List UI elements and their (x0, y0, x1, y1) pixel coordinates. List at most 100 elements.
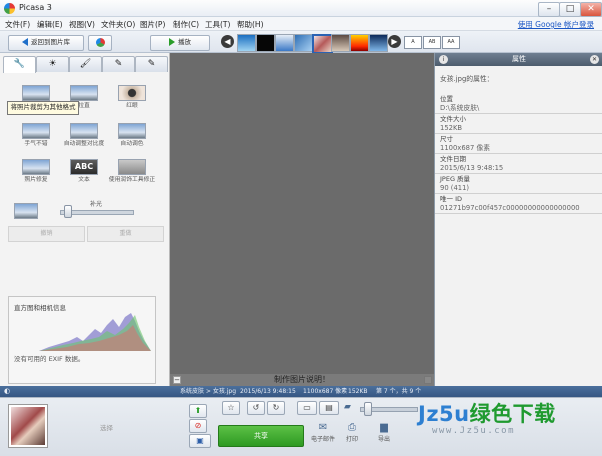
filmstrip-thumb-4[interactable] (294, 34, 313, 52)
prop-file-date: 文件日期 2015/6/13 9:48:15 (435, 155, 602, 174)
photo-tray: 选择 ⬆ ⊘ ▣ ☆ ↺ ↻ ▭ ▤ ▰ 共享 ✉ 电子邮件 ⎙ 打印 ▆ 导出 Jz… (0, 397, 602, 456)
window-title: Picasa 3 (19, 3, 52, 12)
prev-image-icon[interactable]: ◀ (221, 35, 234, 48)
status-date: 2015/6/13 9:48:15 (240, 388, 296, 395)
tray-select-label: 选择 (100, 424, 113, 432)
text-abc-icon: ABC (70, 159, 98, 175)
menu-view[interactable]: 视图(V) (69, 19, 95, 30)
add-to-album-icon[interactable]: ▣ (189, 434, 211, 448)
filmstrip-thumb-selected[interactable] (312, 34, 333, 54)
title-bar: Picasa 3 – □ ✕ (0, 0, 602, 17)
filmstrip-thumb-1[interactable] (237, 34, 256, 52)
export-button[interactable]: ▆ 导出 (366, 422, 402, 443)
crop-tooltip: 将照片裁剪为其他格式 (7, 101, 79, 115)
star-icon[interactable]: ☆ (222, 401, 240, 415)
properties-panel: i 属性 ✕ 女孩.jpg的属性： 位置 D:\系统皮肤\ 文件大小 152KB 尺… (434, 53, 602, 386)
fill-light-icon (14, 203, 38, 219)
retouch-tool[interactable]: 照片修复 (12, 159, 60, 184)
tab-basic-fixes[interactable]: 🔧 (3, 56, 36, 73)
filmstrip-thumb-6[interactable] (331, 34, 350, 52)
lucky-icon (22, 123, 50, 139)
close-properties-icon[interactable]: ✕ (590, 55, 599, 64)
filmstrip-thumb-2[interactable] (256, 34, 275, 52)
view-mode-dual-button[interactable]: AA (442, 36, 460, 49)
thumbnail-size-icon: ▰ (344, 402, 351, 412)
menu-bar: 文件(F) 编辑(E) 视图(V) 文件夹(O) 图片(P) 制作(C) 工具(… (0, 17, 602, 31)
play-button[interactable]: 播放 (150, 35, 210, 51)
brush-icon (118, 159, 146, 175)
prop-file-size: 文件大小 152KB (435, 115, 602, 134)
menu-file[interactable]: 文件(F) (5, 19, 30, 30)
caption-minus-icon[interactable]: − (173, 376, 181, 384)
color-wheel-icon (95, 38, 105, 47)
auto-color-tool[interactable]: 自动调色 (108, 123, 156, 148)
histogram-panel: 直方图和相机信息 没有可用的 EXIF 数据。 (8, 296, 156, 384)
filmstrip-thumb-8[interactable] (369, 34, 388, 52)
straighten-icon (70, 85, 98, 101)
crop-icon (22, 85, 50, 101)
view-mode-single-button[interactable]: A (404, 36, 422, 49)
film-icon[interactable]: ▤ (319, 401, 339, 415)
back-to-library-button[interactable]: 返回到图片库 (8, 35, 84, 51)
toolbar: 返回到图片库 播放 ◀ ▶ A AB AA (0, 31, 602, 54)
thumbnail-size-handle[interactable] (364, 402, 372, 416)
edit-tabs: 🔧 ☀ 🖌 ✎ ✎ (3, 56, 168, 73)
tab-tuning[interactable]: ☀ (36, 56, 69, 72)
image-viewer (170, 53, 434, 386)
prop-jpeg-quality: JPEG 质量 90 (411) (435, 175, 602, 194)
edit-panel: 🔧 ☀ 🖌 ✎ ✎ 裁剪 拉直 红眼 将照片裁剪为其他格式 手气不错 自动调整对… (0, 53, 170, 386)
screen-icon[interactable]: ▭ (297, 401, 317, 415)
fill-light-slider-handle[interactable] (63, 205, 72, 218)
caption-end-icon[interactable] (424, 376, 432, 384)
view-mode-compare-button[interactable]: AB (423, 36, 441, 49)
no-exif-text: 没有可用的 EXIF 数据。 (14, 355, 85, 363)
tab-effects-2[interactable]: ✎ (102, 56, 135, 72)
color-icon (118, 123, 146, 139)
info-icon[interactable]: i (439, 55, 448, 64)
close-button[interactable]: ✕ (580, 2, 602, 17)
menu-create[interactable]: 制作(C) (173, 19, 199, 30)
status-bar: ◐ 系统皮肤 > 女孩.jpg 2015/6/13 9:48:15 1100x6… (0, 386, 602, 397)
menu-picture[interactable]: 图片(P) (140, 19, 165, 30)
feeling-lucky-tool[interactable]: 手气不错 (12, 123, 60, 148)
tab-effects-1[interactable]: 🖌 (69, 56, 102, 72)
status-size: 152KB (348, 388, 368, 395)
filmstrip-thumb-3[interactable] (275, 34, 294, 52)
hold-green-pin-icon[interactable]: ⬆ (189, 404, 207, 418)
status-dimensions: 1100x687 像素 (303, 388, 348, 395)
tab-effects-3[interactable]: ✎ (135, 56, 168, 72)
menu-tools[interactable]: 工具(T) (205, 19, 230, 30)
share-button[interactable]: 共享 (218, 425, 304, 447)
auto-contrast-tool[interactable]: 自动调整对比度 (60, 123, 108, 148)
fill-light-label: 补光 (90, 201, 103, 208)
histogram-chart (39, 313, 151, 351)
color-wheel-button[interactable] (88, 35, 112, 51)
export-icon: ▆ (380, 422, 388, 433)
menu-folder[interactable]: 文件夹(O) (101, 19, 135, 30)
caption-bar[interactable]: 制作图片说明！ (170, 374, 434, 386)
google-login-link[interactable]: 使用 Google 帐户登录 (518, 19, 594, 30)
prop-location: 位置 D:\系统皮肤\ (435, 95, 602, 114)
rotate-right-icon[interactable]: ↻ (267, 401, 285, 415)
brush-fix-tool[interactable]: 使用润饰工具修正 (108, 159, 156, 184)
rotate-left-icon[interactable]: ↺ (247, 401, 265, 415)
contrast-icon (70, 123, 98, 139)
clear-tray-icon[interactable]: ⊘ (189, 419, 207, 433)
redo-button[interactable]: 重做 (87, 226, 164, 242)
prop-dimensions: 尺寸 1100x687 像素 (435, 135, 602, 154)
next-image-icon[interactable]: ▶ (388, 35, 401, 48)
undo-button[interactable]: 撤销 (8, 226, 85, 242)
status-counter: 第 7 个，共 9 个 (376, 388, 422, 395)
menu-edit[interactable]: 编辑(E) (37, 19, 63, 30)
status-path: 系统皮肤 > 女孩.jpg (180, 388, 237, 395)
tray-thumbnail[interactable] (9, 405, 47, 447)
menu-help[interactable]: 帮助(H) (237, 19, 264, 30)
redeye-tool[interactable]: 红眼 (108, 85, 156, 110)
text-tool[interactable]: ABC 文本 (60, 159, 108, 184)
filmstrip-thumb-7[interactable] (350, 34, 369, 52)
properties-header: i 属性 ✕ (435, 53, 602, 66)
minimize-button[interactable]: – (538, 2, 560, 17)
maximize-button[interactable]: □ (559, 2, 581, 17)
print-button[interactable]: ⎙ 打印 (334, 422, 370, 443)
retouch-icon (22, 159, 50, 175)
